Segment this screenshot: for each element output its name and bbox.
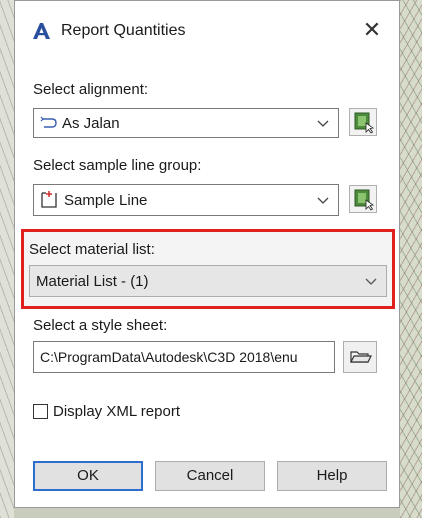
background-drawing-right xyxy=(400,0,422,518)
display-xml-checkbox[interactable] xyxy=(33,404,48,419)
dialog-title: Report Quantities xyxy=(61,22,186,39)
chevron-down-icon xyxy=(317,197,329,204)
pick-alignment-button[interactable] xyxy=(349,108,377,136)
report-quantities-dialog: Report Quantities ✕ Select alignment: As… xyxy=(14,0,400,508)
chevron-down-icon xyxy=(365,278,377,285)
sample-line-group-label: Select sample line group: xyxy=(33,157,202,174)
material-list-label: Select material list: xyxy=(29,241,155,258)
style-sheet-label: Select a style sheet: xyxy=(33,317,168,334)
sample-line-group-dropdown[interactable]: Sample Line xyxy=(33,184,339,216)
style-sheet-path-value: C:\ProgramData\Autodesk\C3D 2018\enu xyxy=(40,349,298,365)
pick-from-drawing-icon xyxy=(354,112,375,134)
sample-line-group-value: Sample Line xyxy=(64,192,148,209)
title-bar: Report Quantities ✕ xyxy=(15,1,399,63)
pick-sample-line-group-button[interactable] xyxy=(349,185,377,213)
chevron-down-icon xyxy=(317,120,329,127)
material-list-dropdown[interactable]: Material List - (1) xyxy=(29,265,387,297)
folder-open-icon xyxy=(350,351,372,363)
sample-line-group-icon xyxy=(41,191,57,208)
alignment-label: Select alignment: xyxy=(33,81,149,98)
pick-from-drawing-icon xyxy=(354,189,375,211)
alignment-icon xyxy=(40,116,57,128)
display-xml-label: Display XML report xyxy=(53,403,180,420)
alignment-dropdown[interactable]: As Jalan xyxy=(33,108,339,138)
help-button[interactable]: Help xyxy=(277,461,387,491)
close-button[interactable]: ✕ xyxy=(359,17,385,43)
cancel-button[interactable]: Cancel xyxy=(155,461,265,491)
browse-folder-button[interactable] xyxy=(343,341,377,373)
material-list-value: Material List - (1) xyxy=(36,273,149,290)
style-sheet-path-input[interactable]: C:\ProgramData\Autodesk\C3D 2018\enu xyxy=(33,341,335,373)
ok-button[interactable]: OK xyxy=(33,461,143,491)
background-drawing-left xyxy=(0,0,14,518)
alignment-value: As Jalan xyxy=(62,115,120,132)
autocad-logo-icon xyxy=(33,23,50,39)
